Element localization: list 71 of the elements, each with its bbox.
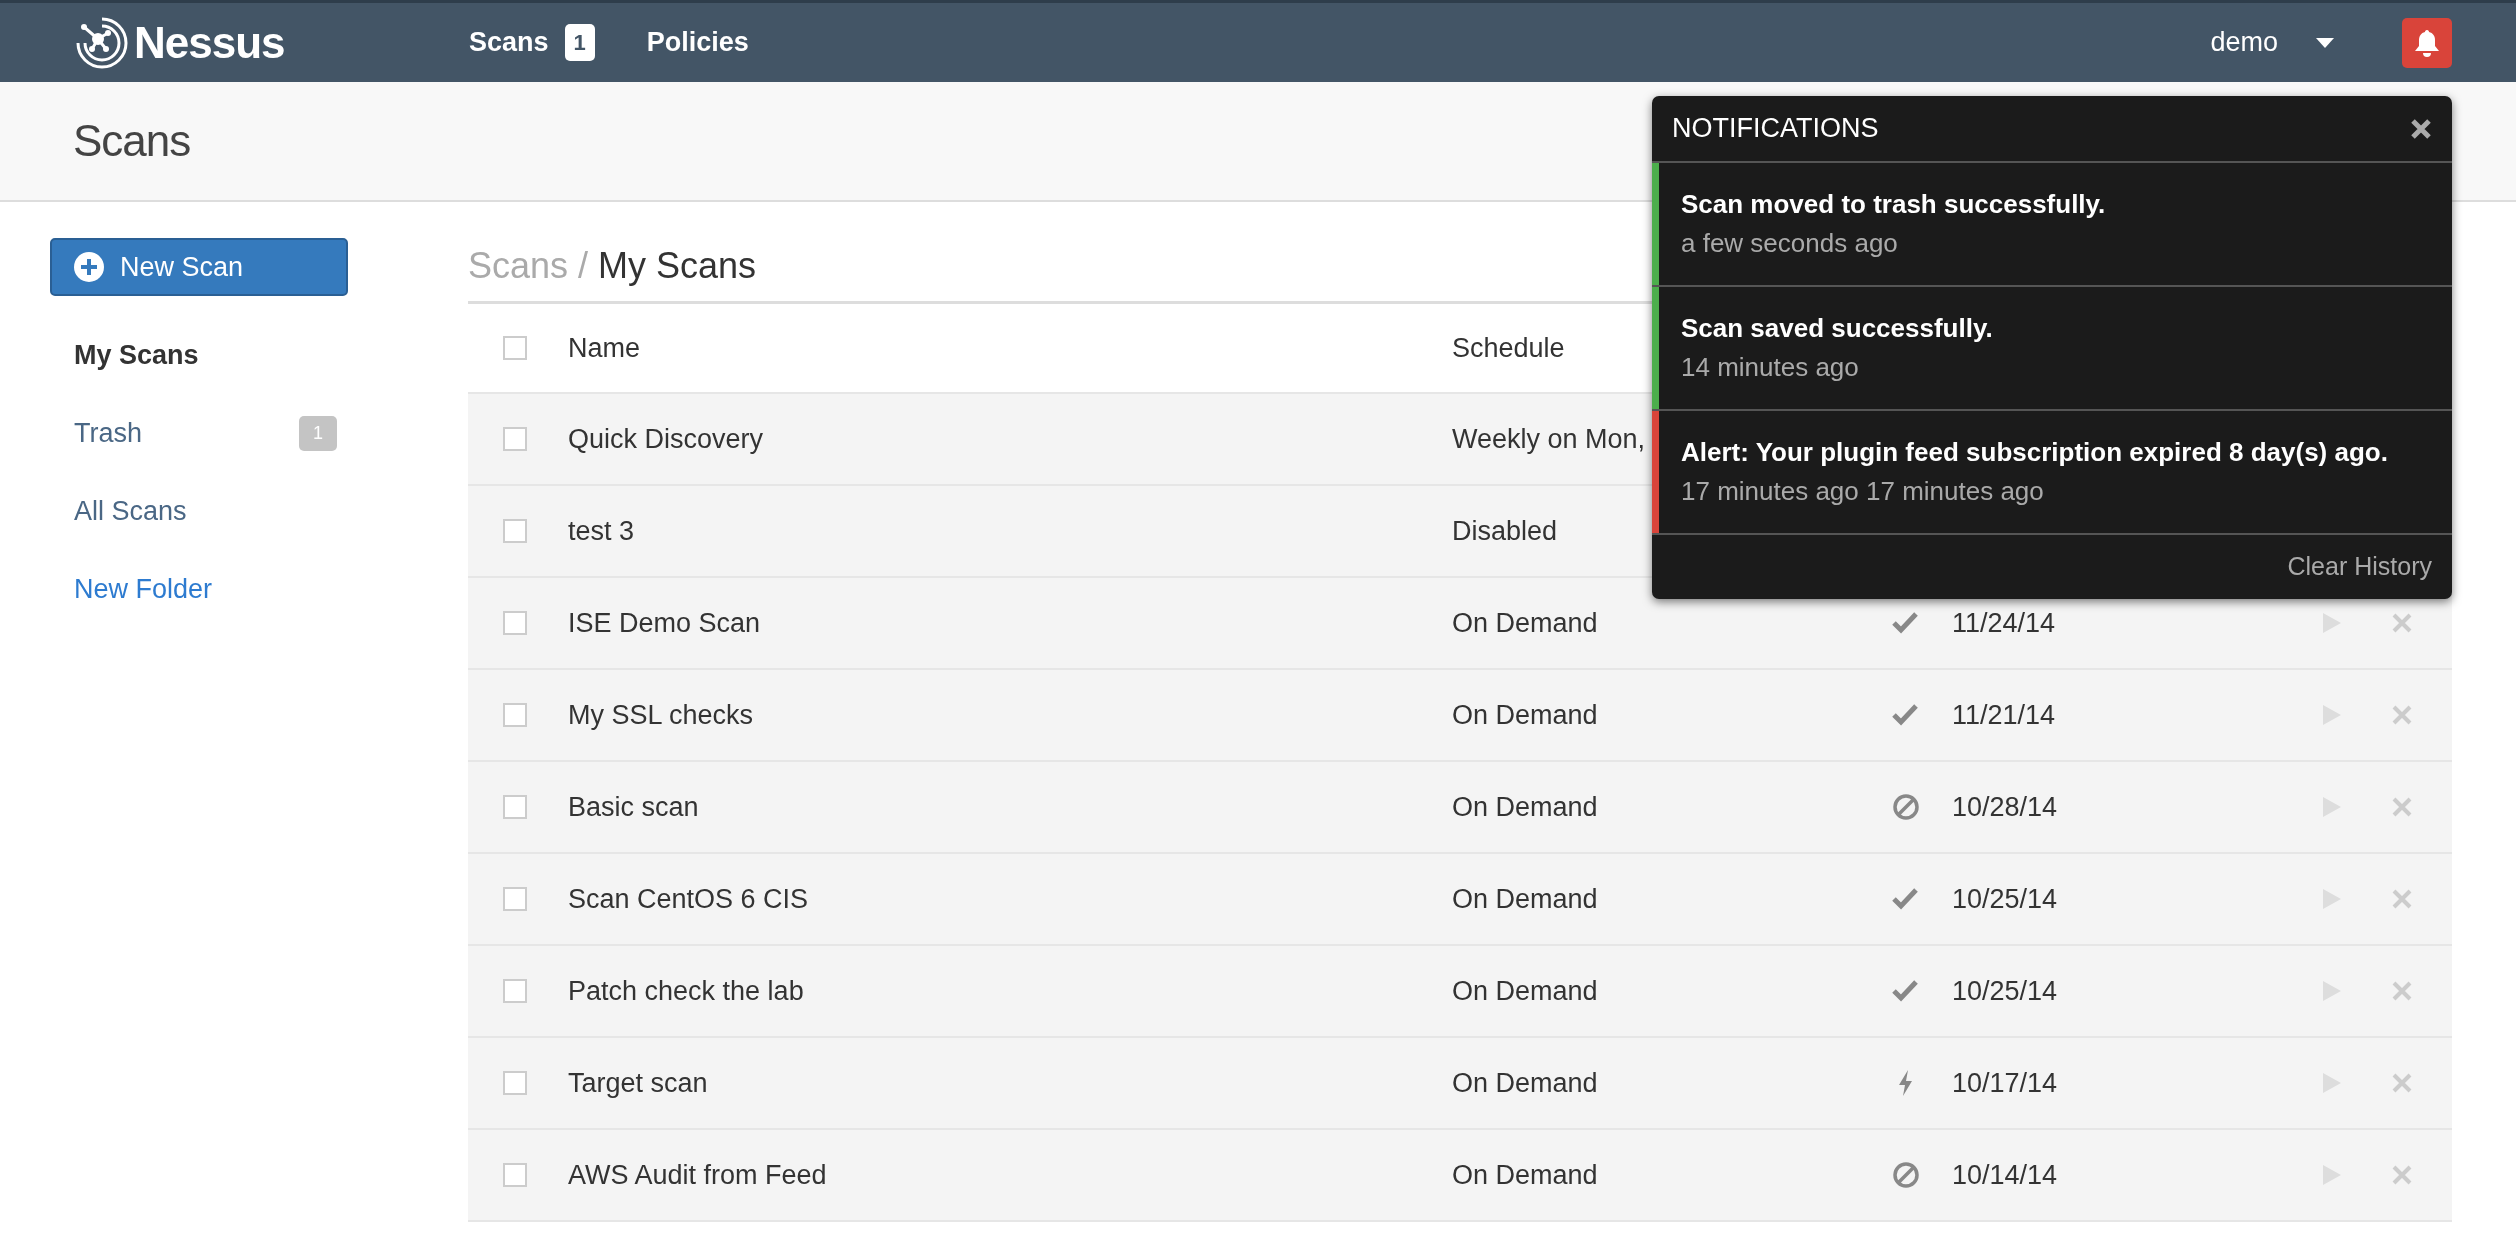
last-scan-date: 10/28/14	[1952, 791, 2058, 822]
delete-icon[interactable]	[2392, 981, 2412, 1001]
select-all-checkbox[interactable]	[503, 336, 527, 360]
bell-icon	[2414, 28, 2440, 57]
delete-icon[interactable]	[2392, 613, 2412, 633]
count-badge: 1	[299, 415, 337, 451]
scan-name[interactable]: Quick Discovery	[568, 423, 764, 454]
breadcrumb-current: My Scans	[598, 244, 757, 288]
delete-icon[interactable]	[2392, 889, 2412, 909]
schedule-text: On Demand	[1452, 791, 1598, 822]
last-scan-date: 11/21/14	[1952, 699, 2056, 730]
plus-icon	[74, 252, 104, 282]
row-checkbox[interactable]	[503, 703, 527, 727]
schedule-text: On Demand	[1452, 699, 1598, 730]
page-title: Scans	[73, 115, 191, 167]
scan-name[interactable]: ISE Demo Scan	[568, 607, 761, 638]
count-badge: 1	[564, 24, 595, 61]
schedule-text: On Demand	[1452, 607, 1598, 638]
row-checkbox[interactable]	[503, 519, 527, 543]
sidebar-item[interactable]: All Scans	[74, 490, 187, 532]
last-scan-date: 10/25/14	[1952, 975, 2058, 1006]
column-header[interactable]: Name	[568, 332, 641, 363]
nav-link-item[interactable]: Policies	[646, 22, 749, 63]
last-scan-date: 10/17/14	[1952, 1067, 2058, 1098]
notifications-button[interactable]	[2402, 17, 2452, 68]
delete-icon[interactable]	[2392, 1073, 2412, 1093]
sidebar-item[interactable]: Trash	[74, 412, 142, 454]
column-header[interactable]: Schedule	[1452, 332, 1565, 363]
row-checkbox[interactable]	[503, 1163, 527, 1187]
notification-message: Scan moved to trash successfully.	[1681, 188, 2106, 221]
scan-name[interactable]: My SSL checks	[568, 699, 754, 730]
schedule-text: On Demand	[1452, 1159, 1598, 1190]
clear-history-link[interactable]: Clear History	[2287, 548, 2432, 586]
notification-time: 17 minutes ago 17 minutes ago	[1681, 475, 2045, 508]
last-scan-date: 11/24/14	[1952, 607, 2056, 638]
row-checkbox[interactable]	[503, 887, 527, 911]
delete-icon[interactable]	[2392, 797, 2412, 817]
popup-title: NOTIFICATIONS	[1672, 112, 1879, 146]
sidebar-item[interactable]: My Scans	[74, 334, 199, 376]
breadcrumb-separator: /	[578, 244, 589, 288]
last-scan-date: 10/14/14	[1952, 1159, 2058, 1190]
last-scan-date: 10/25/14	[1952, 883, 2058, 914]
scan-name[interactable]: Target scan	[568, 1067, 708, 1098]
notification-message: Scan saved successfully.	[1681, 312, 1993, 345]
scan-name[interactable]: test 3	[568, 515, 635, 546]
schedule-text: On Demand	[1452, 1067, 1598, 1098]
row-checkbox[interactable]	[503, 979, 527, 1003]
new-scan-button[interactable]: New Scan	[50, 238, 348, 296]
schedule-text: On Demand	[1452, 883, 1598, 914]
brand-name[interactable]: Nessus	[134, 9, 285, 76]
schedule-text: Weekly on Mon,	[1452, 423, 1646, 454]
scan-name[interactable]: Scan CentOS 6 CIS	[568, 883, 809, 914]
notification-time: a few seconds ago	[1681, 227, 1899, 260]
new-folder-link[interactable]: New Folder	[74, 568, 213, 610]
row-checkbox[interactable]	[503, 427, 527, 451]
notification-time: 14 minutes ago	[1681, 351, 1860, 384]
row-checkbox[interactable]	[503, 795, 527, 819]
scan-name[interactable]: Patch check the lab	[568, 975, 804, 1006]
nav-link-item[interactable]: Scans	[469, 22, 549, 63]
delete-icon[interactable]	[2392, 1165, 2412, 1185]
schedule-text: On Demand	[1452, 975, 1598, 1006]
user-menu[interactable]: demo	[2210, 22, 2278, 63]
scan-name[interactable]: AWS Audit from Feed	[568, 1159, 827, 1190]
scan-name[interactable]: Basic scan	[568, 791, 699, 822]
delete-icon[interactable]	[2392, 705, 2412, 725]
row-checkbox[interactable]	[503, 1071, 527, 1095]
close-icon[interactable]	[2410, 117, 2432, 140]
row-checkbox[interactable]	[503, 611, 527, 635]
caret-icon	[2316, 37, 2334, 48]
notification-message: Alert: Your plugin feed subscription expired 8 day(s) ago.	[1681, 436, 2388, 469]
schedule-text: Disabled	[1452, 515, 1558, 546]
